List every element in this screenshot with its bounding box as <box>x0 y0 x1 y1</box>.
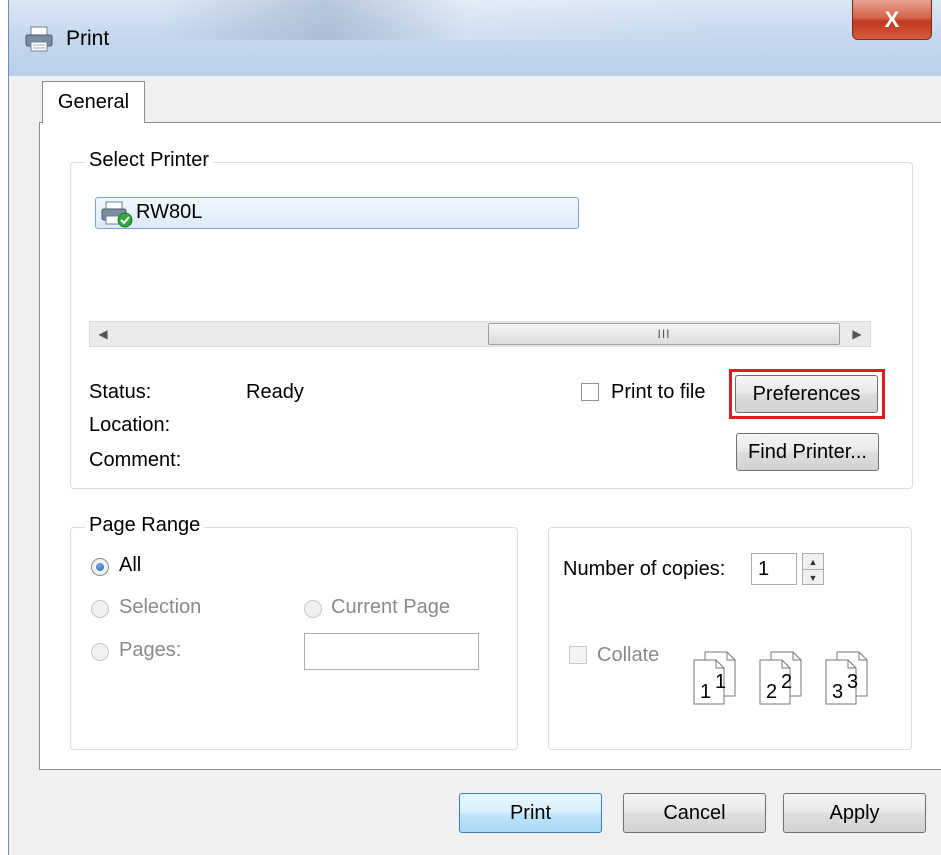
title-bar-glare <box>159 0 719 40</box>
title-bar: Print X <box>9 0 941 76</box>
printer-ready-icon <box>101 201 133 228</box>
pages-input[interactable] <box>304 633 479 670</box>
close-icon: X <box>884 6 900 32</box>
page-range-group: Page Range All Selection Current Page Pa… <box>70 514 518 750</box>
radio-selection-label[interactable]: Selection <box>119 596 201 619</box>
page-range-title: Page Range <box>85 514 205 537</box>
collate-page-label: 3 <box>832 681 843 703</box>
collate-page-label: 2 <box>766 681 777 703</box>
copies-spinner[interactable]: ▲ ▼ <box>802 553 824 585</box>
radio-all[interactable] <box>91 558 109 576</box>
copies-group: Number of copies: 1 ▲ ▼ Collate 1 1 2 2 … <box>548 527 912 750</box>
radio-current-page-label[interactable]: Current Page <box>331 596 450 619</box>
spin-up-icon[interactable]: ▲ <box>803 554 823 570</box>
preferences-button-label: Preferences <box>752 382 861 405</box>
printer-list-scrollbar[interactable]: ◀ III ▶ <box>89 321 871 347</box>
find-printer-button[interactable]: Find Printer... <box>736 433 879 471</box>
scroll-left-icon[interactable]: ◀ <box>90 322 116 346</box>
location-label: Location: <box>89 414 171 436</box>
scroll-right-icon[interactable]: ▶ <box>844 322 870 346</box>
select-printer-title: Select Printer <box>85 149 214 172</box>
find-printer-button-label: Find Printer... <box>748 440 867 463</box>
dialog-client-area: General Select Printer RW80L ◀ III ▶ Sta… <box>9 76 941 855</box>
copies-input[interactable]: 1 <box>751 553 797 585</box>
print-dialog: Print X General Select Printer RW80L ◀ I… <box>8 0 941 855</box>
tab-general[interactable]: General <box>42 81 145 123</box>
status-value: Ready <box>246 381 304 403</box>
radio-pages-label[interactable]: Pages: <box>119 639 181 662</box>
preferences-button[interactable]: Preferences <box>735 375 878 413</box>
status-label: Status: <box>89 381 152 403</box>
radio-selection[interactable] <box>91 600 109 618</box>
collate-page-label: 1 <box>700 681 711 703</box>
collate-page-label: 1 <box>715 671 726 693</box>
apply-button-label: Apply <box>829 801 880 824</box>
printer-item-rw80l[interactable]: RW80L <box>95 197 579 229</box>
print-button[interactable]: Print <box>459 793 602 833</box>
general-tab-panel: Select Printer RW80L ◀ III ▶ Status: Rea… <box>39 122 941 770</box>
collate-page-label: 2 <box>781 671 792 693</box>
print-button-label: Print <box>509 801 552 824</box>
collate-pages-icon: 1 1 2 2 3 3 <box>693 651 868 705</box>
cancel-button[interactable]: Cancel <box>623 793 766 833</box>
printer-icon <box>25 26 53 52</box>
radio-current-page[interactable] <box>304 600 322 618</box>
window-title: Print <box>66 27 110 50</box>
print-to-file-label[interactable]: Print to file <box>611 381 705 404</box>
print-to-file-checkbox[interactable] <box>581 383 599 401</box>
scrollbar-thumb[interactable]: III <box>488 323 840 345</box>
cancel-button-label: Cancel <box>663 801 726 824</box>
apply-button[interactable]: Apply <box>783 793 926 833</box>
tab-label: General <box>57 91 130 113</box>
comment-label: Comment: <box>89 449 182 471</box>
collate-page-label: 3 <box>847 671 858 693</box>
radio-all-label[interactable]: All <box>119 554 141 577</box>
printer-name: RW80L <box>136 201 203 223</box>
radio-pages[interactable] <box>91 643 109 661</box>
close-button[interactable]: X <box>852 0 932 40</box>
copies-value: 1 <box>758 557 770 580</box>
collate-checkbox[interactable] <box>569 646 587 664</box>
spin-down-icon[interactable]: ▼ <box>803 570 823 585</box>
collate-label[interactable]: Collate <box>597 644 659 667</box>
number-of-copies-label: Number of copies: <box>563 558 726 580</box>
select-printer-group: Select Printer RW80L ◀ III ▶ Status: Rea… <box>70 149 913 489</box>
